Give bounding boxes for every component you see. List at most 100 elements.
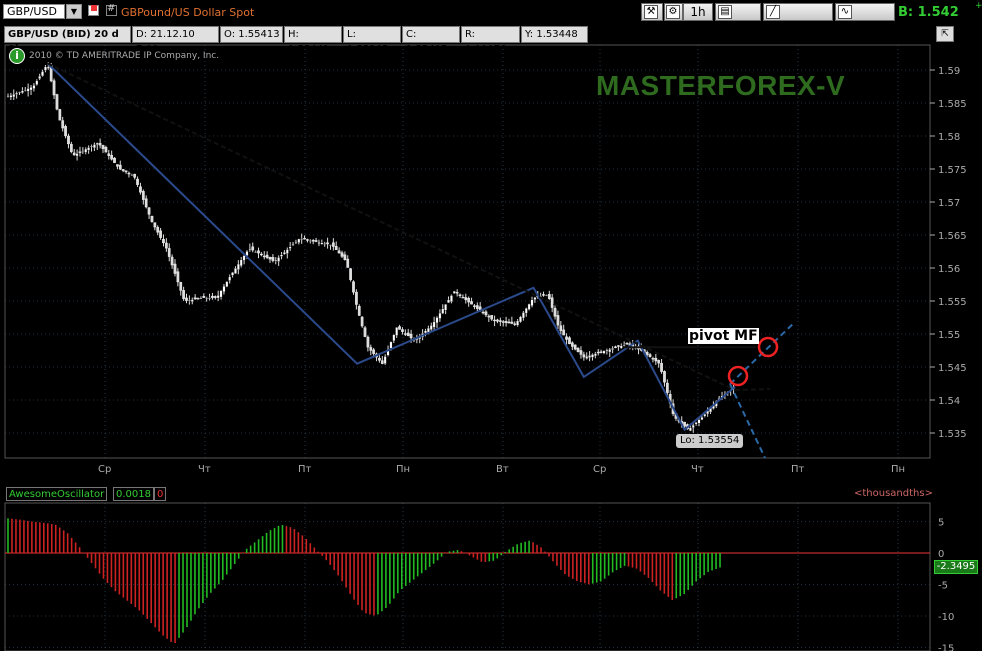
time-tick-label: Ср	[593, 464, 606, 475]
candle-body	[556, 315, 560, 326]
candle-body	[219, 290, 223, 298]
candle-body	[582, 354, 586, 358]
candle-body	[234, 268, 237, 274]
candle-body	[308, 240, 312, 242]
candle-body	[326, 242, 329, 245]
tools-button[interactable]: ⚒	[641, 3, 663, 21]
symbol-dropdown-icon[interactable]: ▼	[66, 4, 82, 19]
candle-body	[225, 281, 229, 287]
price-tick-label: 1.575	[938, 165, 967, 176]
candle-body	[147, 207, 151, 215]
candle-body	[26, 88, 30, 92]
info-high: H: 1.55441	[284, 26, 342, 55]
style-button[interactable]: ▤Style	[715, 3, 761, 35]
settings-icon: ⚙	[666, 5, 680, 19]
change-value: +0	[975, 1, 982, 11]
candle-body	[110, 155, 114, 160]
candle-body	[288, 246, 292, 249]
candle-body	[349, 268, 352, 281]
candle-body	[547, 294, 551, 299]
candle-body	[236, 263, 240, 270]
candle-body	[665, 382, 669, 393]
candle-body	[334, 246, 338, 251]
drawings-icon: ╱	[766, 5, 780, 19]
oscillator-current-value: -2.3495	[934, 560, 978, 574]
tools2-button[interactable]: ⚙	[664, 3, 683, 21]
candle-body	[683, 421, 686, 427]
candle-body	[32, 85, 36, 89]
candle-body	[29, 87, 33, 91]
oscillator-name[interactable]: AwesomeOscillator	[6, 487, 108, 501]
symbol-description: GBPound/US Dollar Spot	[121, 6, 255, 19]
candle-body	[213, 296, 217, 298]
copyright-text: 2010 © TD AMERITRADE IP Company, Inc.	[29, 51, 220, 61]
candle-body	[167, 248, 171, 257]
time-tick-label: Чт	[691, 464, 704, 475]
candle-body	[424, 330, 427, 334]
drawings-button[interactable]: ╱Drawings	[763, 3, 833, 35]
studies-button[interactable]: ∿Studies	[835, 3, 895, 35]
candle-body	[12, 93, 16, 98]
candle-body	[193, 297, 197, 300]
candle-body	[35, 80, 39, 85]
candle-body	[657, 360, 661, 364]
candle-body	[199, 297, 203, 300]
price-tick-label: 1.545	[938, 363, 967, 374]
candle-body	[314, 240, 318, 242]
candle-body	[87, 147, 90, 151]
candle-body	[516, 320, 519, 326]
candle-body	[611, 348, 614, 350]
candle-body	[285, 249, 289, 254]
candle-body	[329, 244, 332, 246]
candle-body	[127, 172, 131, 175]
candle-body	[190, 299, 194, 303]
price-tick-label: 1.57	[938, 198, 960, 209]
candle-body	[271, 257, 275, 261]
candle-body	[320, 242, 324, 245]
candle-body	[141, 191, 145, 200]
candle-body	[398, 326, 401, 330]
candle-body	[162, 238, 165, 244]
candle-body	[139, 186, 142, 193]
candle-body	[524, 308, 528, 314]
candle-body	[429, 325, 433, 330]
candle-body	[522, 312, 525, 319]
candle-body	[136, 178, 139, 185]
price-tick-label: 1.55	[938, 330, 960, 341]
candle-body	[357, 305, 361, 316]
candle-body	[323, 243, 327, 245]
candle-body	[585, 356, 589, 359]
oscillator-tick-label: -5	[938, 581, 948, 592]
timeframe-button[interactable]: 1h	[683, 3, 713, 21]
candle-body	[337, 250, 341, 254]
time-tick-label: Пт	[298, 464, 312, 475]
oscillator-tick-label: -10	[938, 612, 954, 623]
candle-body	[648, 354, 652, 357]
candle-body	[104, 147, 108, 153]
candle-body	[90, 145, 93, 148]
candle-body	[340, 252, 344, 257]
candle-body	[392, 334, 396, 342]
candle-body	[355, 291, 358, 305]
info-icon[interactable]: i	[9, 48, 25, 64]
candle-body	[188, 299, 191, 302]
price-chart-area[interactable]	[4, 44, 931, 459]
candle-body	[118, 164, 122, 170]
candle-body	[487, 315, 491, 318]
price-tick-label: 1.54	[938, 396, 960, 407]
candle-body	[46, 66, 50, 69]
candle-body	[98, 143, 102, 146]
candle-body	[121, 169, 125, 171]
candle-body	[608, 349, 612, 353]
candle-body	[591, 354, 594, 358]
expand-chart-icon[interactable]: ⇱	[936, 26, 954, 42]
candle-body	[501, 321, 505, 323]
candle-body	[182, 290, 185, 300]
candle-body	[496, 319, 499, 322]
candle-body	[527, 303, 531, 310]
candle-body	[332, 242, 335, 247]
candle-body	[645, 352, 649, 355]
candle-body	[455, 292, 459, 294]
candle-body	[352, 281, 355, 293]
symbol-input[interactable]: GBP/USD	[3, 4, 65, 19]
